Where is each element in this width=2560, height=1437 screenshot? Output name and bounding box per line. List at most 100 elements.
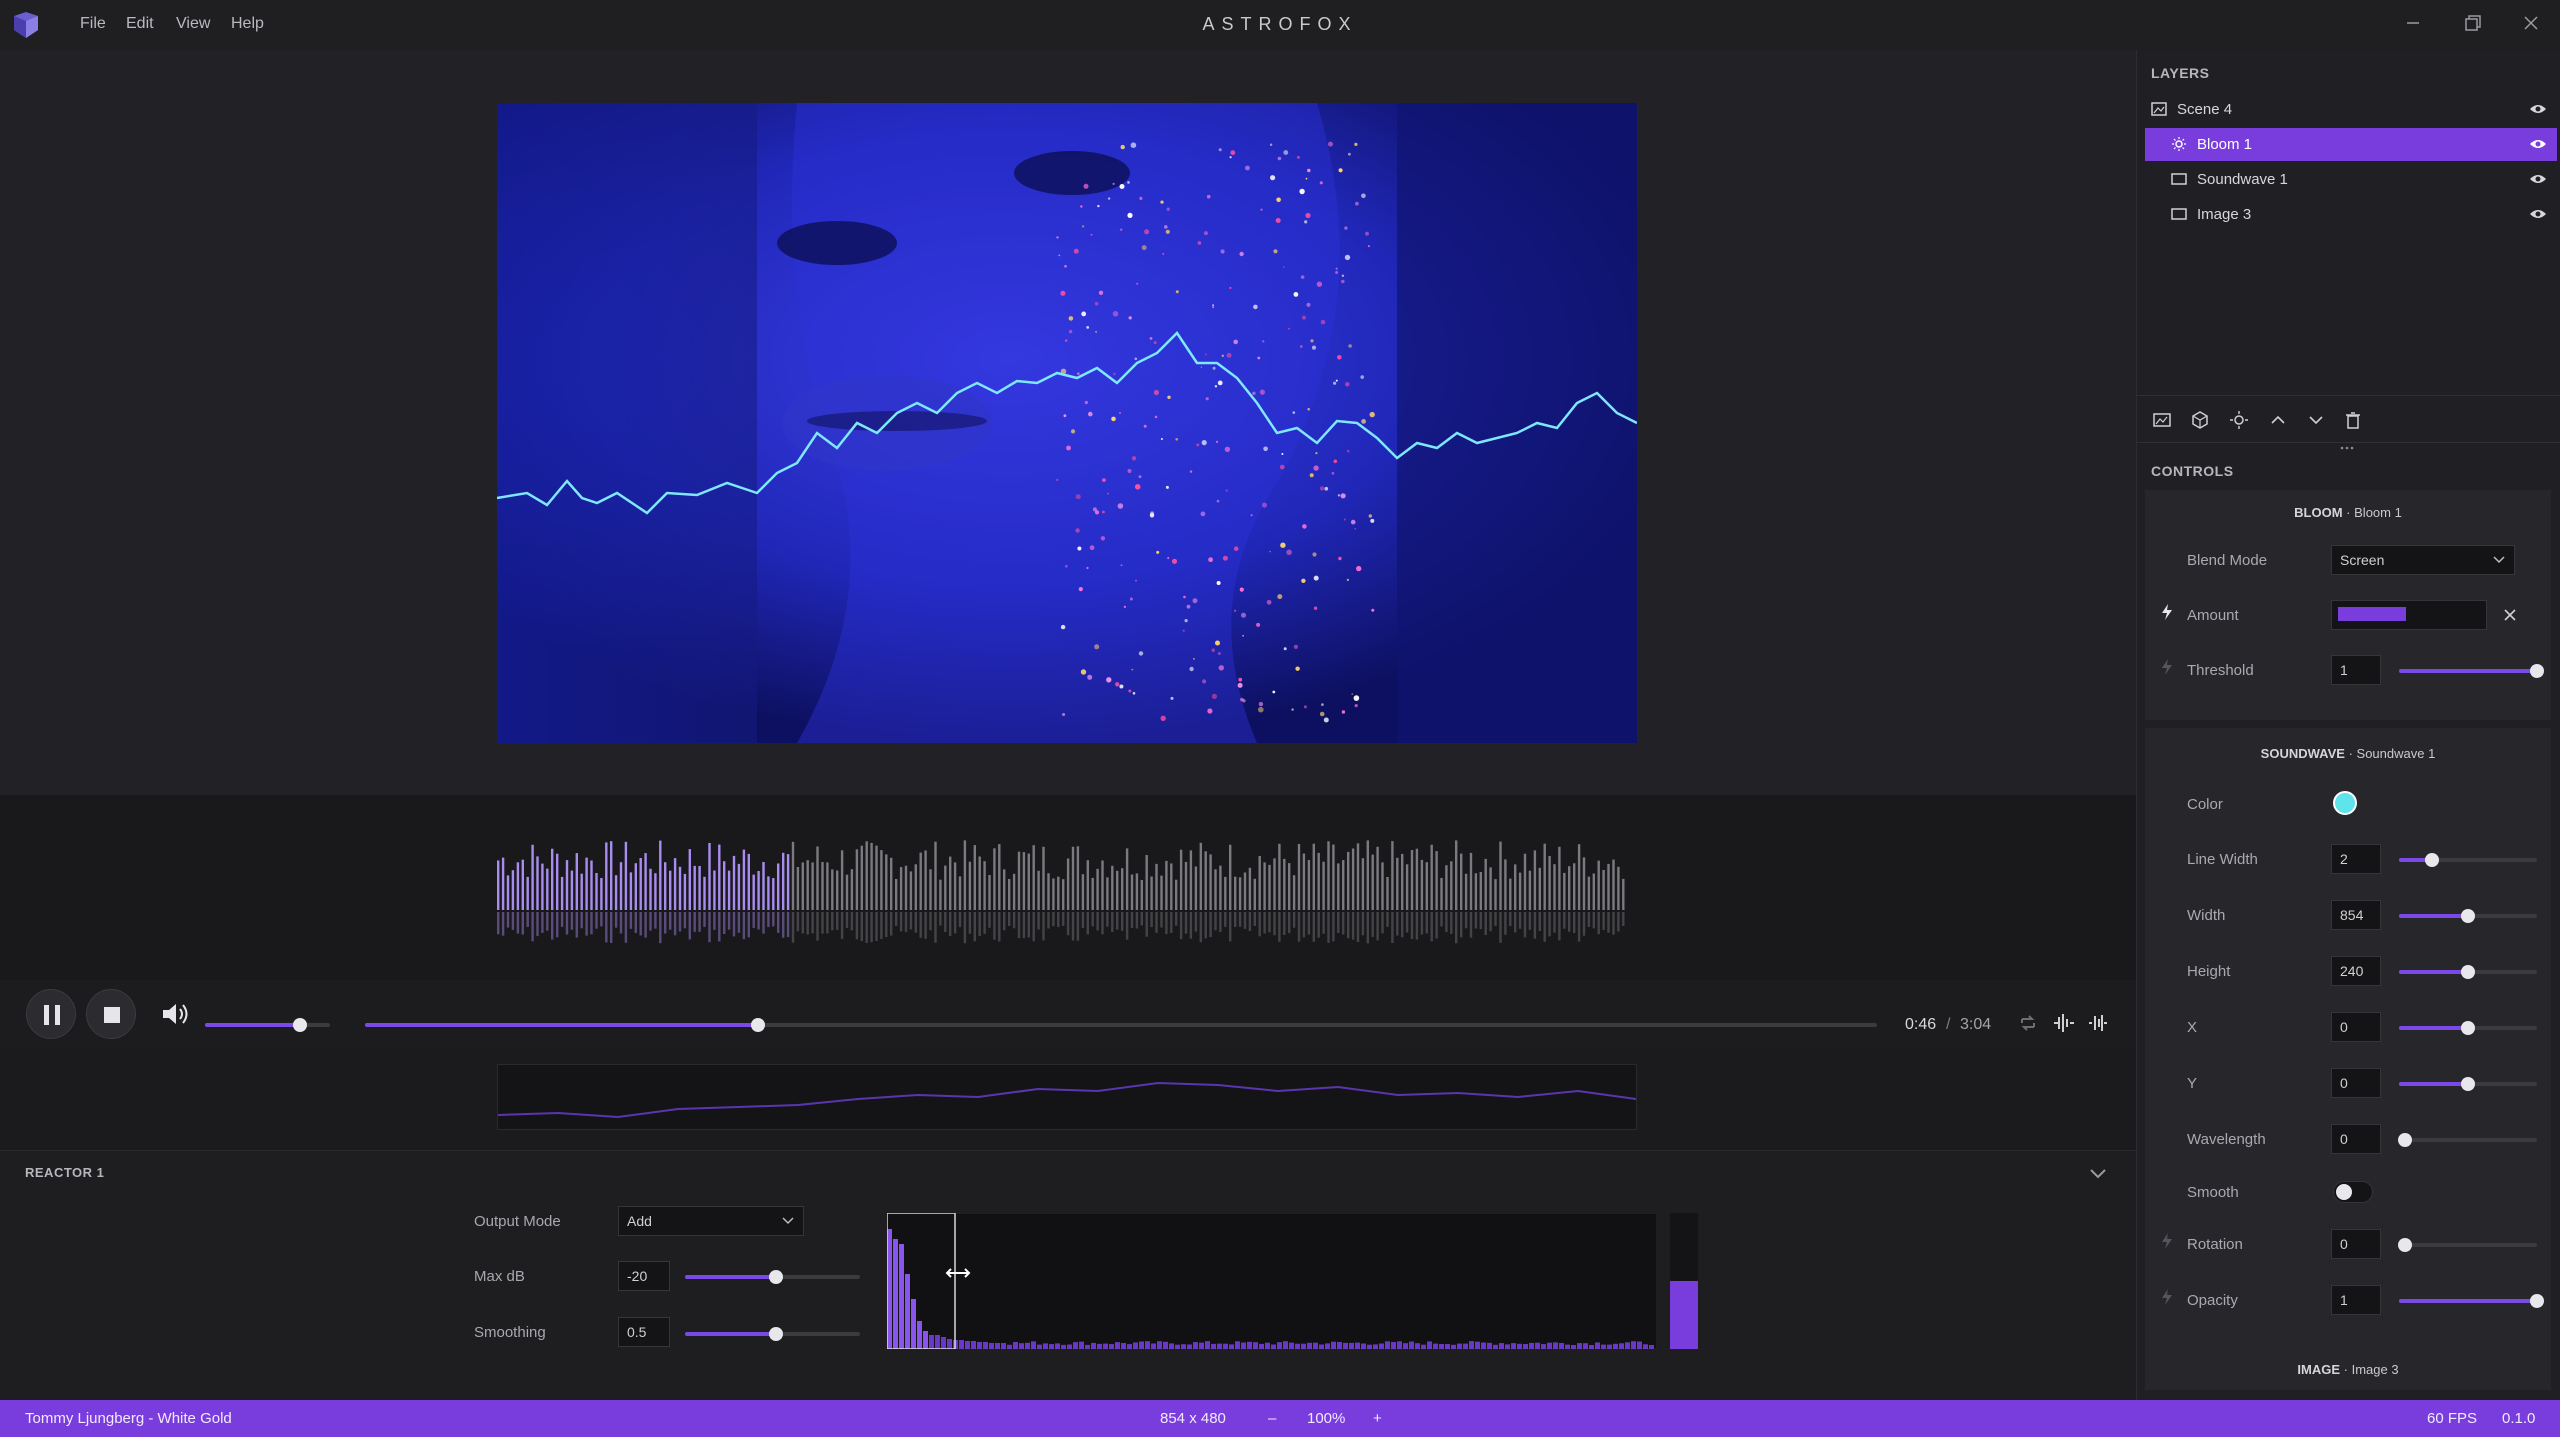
line-width-input[interactable]: 2: [2331, 844, 2381, 874]
progress-knob[interactable]: [751, 1018, 766, 1032]
rotation-value: 0: [2340, 1236, 2348, 1252]
height-input[interactable]: 240: [2331, 956, 2381, 986]
volume-icon[interactable]: [160, 1000, 192, 1028]
eye-icon[interactable]: [2529, 207, 2547, 221]
reactor-link-icon-active[interactable]: [2161, 604, 2173, 620]
layer-image-3[interactable]: Image 3: [2145, 198, 2557, 231]
eye-icon[interactable]: [2529, 137, 2547, 151]
sun-icon: [2172, 137, 2186, 151]
wavelength-input[interactable]: 0: [2331, 1124, 2381, 1154]
layer-bloom-1[interactable]: Bloom 1: [2145, 128, 2557, 161]
line-width-slider[interactable]: [2399, 853, 2537, 867]
loop-icon[interactable]: [2016, 1011, 2040, 1035]
blend-mode-value: Screen: [2340, 552, 2385, 568]
color-swatch[interactable]: [2333, 791, 2357, 815]
max-db-knob[interactable]: [769, 1270, 783, 1284]
y-knob[interactable]: [2461, 1077, 2475, 1091]
smooth-toggle[interactable]: [2333, 1181, 2373, 1203]
opacity-slider[interactable]: [2399, 1294, 2544, 1308]
drag-handle-icon[interactable]: [2337, 444, 2357, 452]
line-width-label: Line Width: [2187, 851, 2258, 868]
opacity-value: 1: [2340, 1292, 2348, 1308]
status-bar: Tommy Ljungberg - White Gold 854 x 480 –…: [0, 1400, 2560, 1437]
height-label: Height: [2187, 963, 2231, 980]
remove-reactor-icon[interactable]: [2503, 608, 2517, 622]
smoothing-knob[interactable]: [769, 1327, 783, 1341]
wavelength-knob[interactable]: [2397, 1133, 2412, 1147]
blend-mode-select[interactable]: Screen: [2331, 545, 2515, 575]
add-effect-icon[interactable]: [2228, 409, 2250, 431]
waveform-toggle-icon[interactable]: [2052, 1011, 2076, 1035]
layer-scene-4[interactable]: Scene 4: [2145, 93, 2557, 126]
render-stage: [497, 103, 1637, 743]
soundwave-controls: SOUNDWAVE · Soundwave 1 Color Line Width…: [2145, 728, 2551, 1388]
total-time: 3:04: [1960, 1016, 1992, 1033]
line-width-knob[interactable]: [2425, 853, 2440, 867]
chevron-down-icon: [2493, 556, 2505, 564]
wavelength-slider[interactable]: [2397, 1133, 2537, 1147]
reactor-link-icon[interactable]: [2161, 1289, 2173, 1305]
y-input[interactable]: 0: [2331, 1068, 2381, 1098]
canvas-resolution: 854 x 480: [1160, 1410, 1226, 1427]
rotation-knob[interactable]: [2397, 1238, 2412, 1252]
smoothing-slider[interactable]: [685, 1327, 860, 1341]
y-slider[interactable]: [2399, 1077, 2537, 1091]
collapse-chevron-icon[interactable]: [2086, 1163, 2110, 1183]
width-value: 854: [2340, 907, 2364, 923]
max-db-input[interactable]: -20: [618, 1261, 670, 1291]
height-slider[interactable]: [2399, 965, 2537, 979]
width-label: Width: [2187, 907, 2226, 924]
progress-slider[interactable]: [365, 1018, 1877, 1032]
reactor-link-icon[interactable]: [2161, 659, 2173, 675]
width-input[interactable]: 854: [2331, 900, 2381, 930]
reactor-link-icon[interactable]: [2161, 1233, 2173, 1249]
amount-meter-fill: [2338, 607, 2406, 621]
x-slider[interactable]: [2399, 1021, 2537, 1035]
soundwave-header: SOUNDWAVE · Soundwave 1: [2145, 746, 2551, 761]
width-fill: [2399, 914, 2468, 918]
width-slider[interactable]: [2399, 909, 2537, 923]
close-icon[interactable]: [2516, 8, 2546, 38]
zoom-in-button[interactable]: +: [1373, 1410, 1382, 1427]
volume-knob[interactable]: [293, 1018, 307, 1032]
output-mode-label: Output Mode: [474, 1213, 561, 1230]
layers-title: LAYERS: [2151, 65, 2210, 81]
opacity-knob[interactable]: [2530, 1294, 2544, 1308]
smoothing-fill: [685, 1332, 776, 1336]
threshold-label: Threshold: [2187, 662, 2254, 679]
layer-label: Scene 4: [2177, 101, 2233, 118]
width-knob[interactable]: [2461, 909, 2475, 923]
stop-button[interactable]: [86, 989, 136, 1039]
rotation-slider[interactable]: [2397, 1238, 2537, 1252]
amount-reactor-meter[interactable]: [2331, 600, 2487, 630]
spectrum-toggle-icon[interactable]: [2086, 1011, 2110, 1035]
volume-slider[interactable]: [205, 1018, 330, 1032]
minimize-icon[interactable]: [2398, 8, 2428, 38]
threshold-knob[interactable]: [2530, 664, 2544, 678]
move-up-icon[interactable]: [2267, 409, 2289, 431]
opacity-input[interactable]: 1: [2331, 1285, 2381, 1315]
restore-icon[interactable]: [2458, 8, 2488, 38]
layer-soundwave-1[interactable]: Soundwave 1: [2145, 163, 2557, 196]
eye-icon[interactable]: [2529, 102, 2547, 116]
add-scene-icon[interactable]: [2189, 409, 2211, 431]
move-down-icon[interactable]: [2305, 409, 2327, 431]
threshold-slider[interactable]: [2399, 664, 2544, 678]
rotation-input[interactable]: 0: [2331, 1229, 2381, 1259]
smoothing-input[interactable]: 0.5: [618, 1317, 670, 1347]
output-mode-select[interactable]: Add: [618, 1206, 804, 1236]
trash-icon[interactable]: [2342, 409, 2364, 431]
threshold-input[interactable]: 1: [2331, 655, 2381, 685]
spectrum-analyzer[interactable]: [887, 1213, 1657, 1349]
pause-button[interactable]: [26, 989, 76, 1039]
layer-label: Soundwave 1: [2197, 171, 2288, 188]
x-input[interactable]: 0: [2331, 1012, 2381, 1042]
zoom-out-button[interactable]: –: [1268, 1410, 1276, 1427]
audio-waveform[interactable]: [497, 820, 1627, 960]
height-knob[interactable]: [2461, 965, 2475, 979]
add-image-layer-icon[interactable]: [2151, 409, 2173, 431]
x-knob[interactable]: [2461, 1021, 2475, 1035]
wavelength-label: Wavelength: [2187, 1131, 2266, 1148]
eye-icon[interactable]: [2529, 172, 2547, 186]
max-db-slider[interactable]: [685, 1270, 860, 1284]
